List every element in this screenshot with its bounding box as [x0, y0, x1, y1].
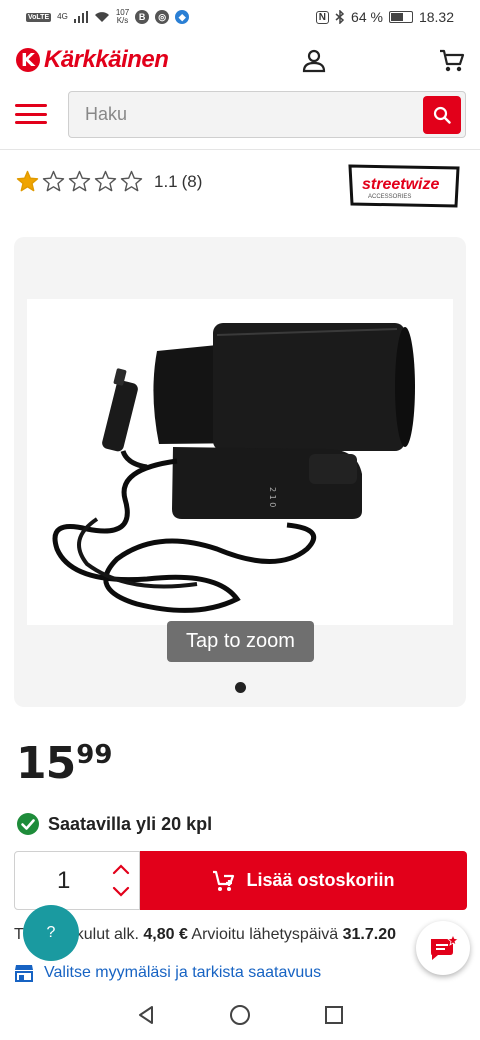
- shipping-price: 4,80 €: [143, 926, 188, 943]
- menu-bar: [15, 121, 47, 124]
- menu-bar: [15, 112, 47, 116]
- shipping-cost-label: kulut alk.: [75, 926, 139, 943]
- system-nav-bar: [0, 990, 480, 1040]
- tap-to-zoom-hint[interactable]: Tap to zoom: [167, 621, 314, 662]
- brand-logo[interactable]: streetwize ACCESSORIES: [346, 160, 462, 212]
- store-icon: [15, 965, 33, 982]
- site-header: K Kärkkäinen: [0, 34, 480, 150]
- battery-icon: [388, 11, 413, 23]
- shipping-info: Tkulut alk. 4,80 € Arvioitu lähetyspäivä…: [14, 926, 480, 944]
- check-icon: [17, 813, 39, 835]
- product-rating[interactable]: 1.1 (8): [16, 170, 202, 193]
- quantity-stepper[interactable]: 1: [14, 851, 140, 910]
- site-logo[interactable]: K Kärkkäinen: [16, 46, 169, 74]
- search-button[interactable]: [423, 95, 461, 134]
- logo-k-icon: K: [16, 48, 40, 72]
- menu-button[interactable]: [14, 100, 48, 128]
- volte-indicator: VoLTE: [26, 12, 52, 22]
- menu-bar: [15, 104, 47, 107]
- rating-count: (8): [181, 171, 203, 191]
- cart-plus-icon: [213, 870, 235, 891]
- wifi-icon: [94, 12, 109, 22]
- product-image[interactable]: 2 1 0: [27, 299, 453, 625]
- star-icon: [120, 170, 143, 192]
- store-availability-link[interactable]: Valitse myymäläsi ja tarkista saatavuus: [14, 964, 321, 982]
- game-app-icon: ◎: [155, 10, 170, 24]
- search-icon: [433, 106, 451, 124]
- search-box: [68, 91, 466, 138]
- chevron-up-icon[interactable]: [111, 862, 131, 876]
- store-link-text: Valitse myymäläsi ja tarkista saatavuus: [44, 964, 322, 981]
- brand-name: streetwize: [362, 176, 439, 193]
- add-to-cart-label: Lisää ostoskoriin: [246, 870, 395, 890]
- product-price: 15 99: [16, 742, 112, 786]
- star-icon: [16, 170, 39, 192]
- price-decimals: 99: [76, 740, 113, 770]
- price-integer: 15: [16, 738, 76, 789]
- b-app-icon: B: [135, 10, 150, 24]
- add-to-cart-button[interactable]: Lisää ostoskoriin: [140, 851, 467, 910]
- shield-app-icon: ◆: [175, 10, 190, 24]
- recents-icon[interactable]: [323, 1004, 345, 1026]
- battery-level-fill: [390, 13, 403, 21]
- product-gallery[interactable]: 2 1 0 Tap to zoom: [14, 237, 466, 707]
- search-input[interactable]: [69, 104, 423, 125]
- cart-icon[interactable]: [439, 48, 465, 74]
- user-icon[interactable]: [301, 48, 327, 74]
- hair-dryer-image: 2 1 0: [52, 323, 415, 613]
- quantity-value[interactable]: 1: [57, 867, 70, 895]
- status-bar: VoLTE 4G 107 K/s B ◎ ◆ N 64 % 18.32: [0, 0, 480, 34]
- rating-score: 1.1: [154, 171, 178, 191]
- home-icon[interactable]: [229, 1004, 251, 1026]
- shipping-date: 31.7.20: [342, 926, 397, 943]
- rating-stars: [16, 170, 146, 193]
- bluetooth-icon: [335, 10, 345, 24]
- net-speed: 107 K/s: [116, 9, 129, 25]
- brand-subtitle: ACCESSORIES: [368, 194, 411, 200]
- add-to-cart-row: 1 Lisää ostoskoriin: [14, 851, 467, 910]
- stock-status: Saatavilla yli 20 kpl: [16, 812, 212, 836]
- shipping-date-label: Arvioitu lähetyspäivä: [191, 926, 339, 943]
- chevron-down-icon[interactable]: [111, 885, 131, 899]
- star-icon: [42, 170, 65, 192]
- star-icon: [68, 170, 91, 192]
- chat-button[interactable]: [416, 921, 470, 975]
- signal-icon: [73, 11, 88, 23]
- gallery-indicator-dot[interactable]: [235, 682, 246, 693]
- clock: 18.32: [418, 9, 454, 25]
- nfc-icon: N: [315, 10, 330, 24]
- chat-icon: [431, 934, 458, 960]
- stock-text: Saatavilla yli 20 kpl: [48, 813, 213, 834]
- battery-percent: 64 %: [351, 9, 383, 25]
- star-icon: [94, 170, 117, 192]
- help-button[interactable]: ?: [23, 905, 79, 961]
- back-icon[interactable]: [135, 1004, 157, 1026]
- logo-text: Kärkkäinen: [44, 46, 169, 73]
- svg-text:2 1 0: 2 1 0: [268, 487, 277, 507]
- net-speed-unit: K/s: [116, 16, 129, 25]
- network-type: 4G: [57, 12, 68, 21]
